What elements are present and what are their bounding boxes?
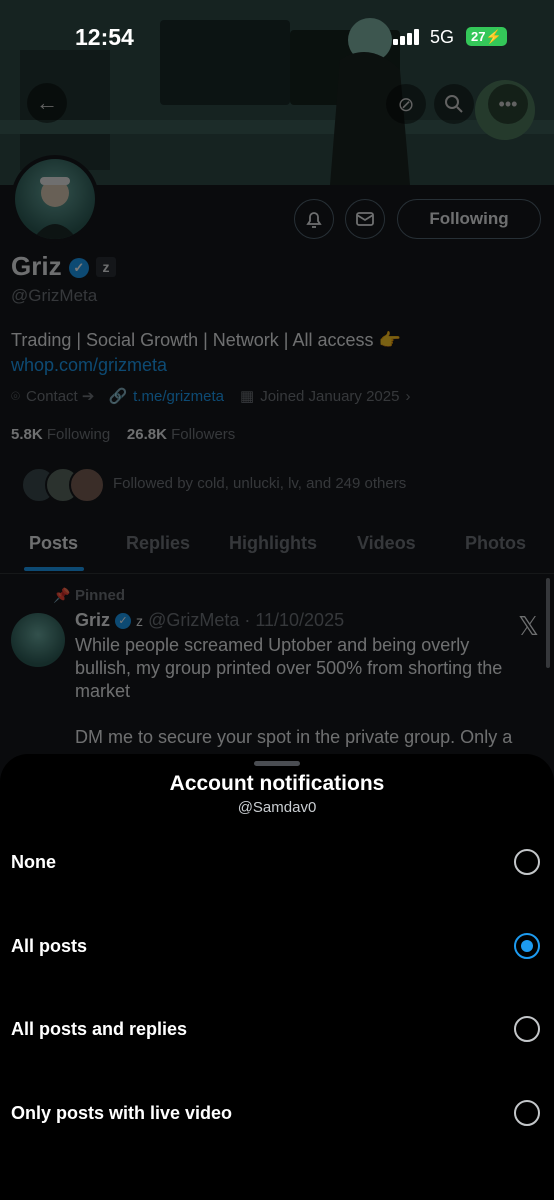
pin-icon: 📌	[53, 587, 71, 603]
status-bar: 12:54 5G 27⚡	[0, 0, 554, 76]
post-author[interactable]: Griz	[75, 610, 110, 630]
website-link[interactable]: t.me/grizmeta	[133, 388, 224, 405]
profile-bio: Trading | Social Growth | Network | All …	[11, 328, 531, 378]
profile-tabs: Posts Replies Highlights Videos Photos	[0, 529, 554, 574]
option-label: All posts and replies	[11, 1019, 188, 1039]
affiliate-badge: z	[96, 257, 117, 277]
battery-level: 27	[471, 29, 486, 44]
notifications-bell-button[interactable]	[294, 199, 334, 239]
signal-icon	[393, 29, 419, 45]
option-none[interactable]: None	[0, 822, 554, 904]
option-live-video[interactable]: Only posts with live video	[0, 1073, 554, 1155]
bio-text: Trading | Social Growth | Network | All …	[11, 330, 401, 350]
network-label: 5G	[430, 27, 455, 47]
battery-indicator: 27⚡	[466, 27, 507, 46]
post-paragraph: While people screamed Uptober and being …	[75, 635, 503, 701]
contact-link[interactable]: Contact ➔	[26, 387, 94, 405]
following-count[interactable]: 5.8K	[11, 426, 43, 443]
location-pin-icon: ⌾	[11, 387, 21, 405]
followed-by-text[interactable]: Followed by cold, unlucki, lv, and 249 o…	[113, 475, 406, 492]
profile-meta: ⌾ Contact ➔ 🔗 t.me/grizmeta ▦ Joined Jan…	[11, 387, 411, 406]
grok-icon: ⊘	[397, 93, 415, 116]
radio-button[interactable]	[514, 849, 540, 875]
verified-badge-icon: ✓	[115, 613, 132, 629]
mail-icon	[356, 212, 374, 226]
profile-name-row: Griz ✓ z	[11, 251, 117, 282]
message-button[interactable]	[345, 199, 385, 239]
more-button[interactable]: •••	[488, 84, 528, 124]
notifications-bottom-sheet: Account notifications @Samdav0 None All …	[0, 754, 554, 1200]
grok-button[interactable]: ⊘	[386, 84, 426, 124]
active-tab-indicator	[24, 567, 84, 571]
tab-photos[interactable]: Photos	[465, 533, 526, 554]
follower-avatar	[69, 467, 105, 503]
status-time: 12:54	[75, 24, 134, 50]
sheet-title: Account notifications	[169, 772, 385, 795]
option-label: Only posts with live video	[11, 1103, 233, 1123]
back-button[interactable]: ←	[27, 83, 67, 123]
profile-avatar[interactable]	[11, 155, 99, 243]
tab-posts[interactable]: Posts	[29, 533, 78, 554]
bell-icon	[306, 212, 322, 228]
profile-handle: @GrizMeta	[11, 286, 98, 305]
tab-replies[interactable]: Replies	[126, 533, 190, 554]
followers-label[interactable]: Followers	[171, 426, 235, 443]
scrollbar[interactable]	[546, 578, 550, 668]
sheet-grabber[interactable]	[254, 761, 300, 766]
following-button[interactable]: Following	[397, 199, 541, 239]
back-arrow-icon: ←	[36, 90, 58, 115]
radio-button-selected[interactable]	[514, 933, 540, 959]
chevron-right-icon: ›	[405, 387, 411, 405]
post-meta: @GrizMeta · 11/10/2025	[148, 610, 345, 630]
link-icon: 🔗	[108, 388, 128, 405]
more-icon: •••	[498, 93, 518, 114]
post-paragraph: DM me to secure your spot in the private…	[75, 727, 513, 747]
following-label[interactable]: Following	[47, 426, 110, 443]
avatar-illustration	[33, 177, 77, 239]
option-label: All posts	[11, 936, 88, 956]
tab-videos[interactable]: Videos	[357, 533, 416, 554]
follow-counts: 5.8K Following 26.8K Followers	[11, 426, 235, 443]
radio-button[interactable]	[514, 1016, 540, 1042]
profile-name: Griz	[11, 251, 62, 281]
calendar-icon: ▦	[240, 388, 255, 405]
search-icon	[445, 95, 463, 113]
joined-date: Joined January 2025	[260, 387, 400, 405]
followers-count[interactable]: 26.8K	[127, 426, 167, 443]
post-text[interactable]: While people screamed Uptober and being …	[75, 634, 525, 749]
option-all-posts-and-replies[interactable]: All posts and replies	[0, 989, 554, 1071]
affiliate-badge: z	[136, 613, 144, 629]
tab-highlights[interactable]: Highlights	[229, 533, 317, 554]
verified-badge-icon: ✓	[68, 258, 89, 278]
bio-link[interactable]: whop.com/grizmeta	[11, 355, 167, 375]
sheet-subtitle: @Samdav0	[237, 799, 317, 816]
radio-button[interactable]	[514, 1100, 540, 1126]
search-button[interactable]	[434, 84, 474, 124]
post-header: Griz ✓ z @GrizMeta · 11/10/2025	[75, 610, 344, 631]
post-avatar[interactable]	[11, 613, 65, 667]
option-all-posts[interactable]: All posts	[0, 906, 554, 988]
option-label: None	[11, 852, 56, 872]
pinned-label: Pinned	[75, 587, 126, 604]
